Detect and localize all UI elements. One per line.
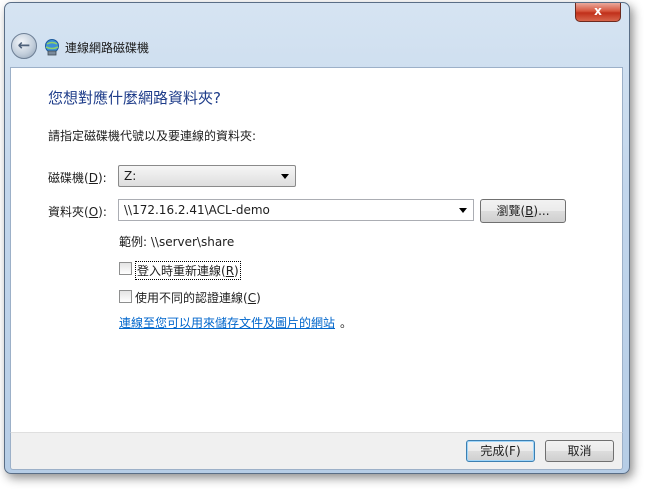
folder-label: 資料夾(O): [48, 205, 107, 219]
folder-value: \\172.16.2.41\ACL-demo [124, 203, 270, 217]
drive-letter-select[interactable]: Z: [118, 165, 296, 187]
folder-input[interactable]: \\172.16.2.41\ACL-demo [118, 199, 474, 221]
chevron-down-icon[interactable] [459, 208, 467, 213]
instruction-text: 請指定磁碟機代號以及要連線的資料夾: [48, 129, 257, 143]
reconnect-label[interactable]: 登入時重新連線(R) [135, 261, 241, 280]
example-text: 範例: \\server\share [119, 235, 235, 249]
different-credentials-checkbox[interactable] [119, 290, 132, 303]
browse-button[interactable]: 瀏覽(B)... [480, 199, 566, 223]
window-title: 連線網路磁碟機 [65, 41, 150, 55]
drive-letter-value: Z: [124, 169, 137, 183]
connect-website-link[interactable]: 連線至您可以用來儲存文件及圖片的網站 [119, 314, 335, 331]
close-button[interactable]: x [575, 3, 621, 22]
close-icon: x [594, 4, 602, 18]
dialog-content: 您想對應什麼網路資料夾? 請指定磁碟機代號以及要連線的資料夾: 磁碟機(D): … [10, 67, 623, 433]
dialog-window: x ← 連線網路磁碟機 您想對應什麼網路資料夾? 請指定磁碟機代號以及要連線的資… [4, 2, 630, 474]
different-credentials-label[interactable]: 使用不同的認證連線(C) [135, 289, 261, 306]
page-heading: 您想對應什麼網路資料夾? [48, 89, 221, 107]
link-suffix: 。 [340, 316, 353, 330]
back-button[interactable]: ← [11, 33, 37, 59]
reconnect-checkbox[interactable] [119, 262, 132, 275]
cancel-button[interactable]: 取消 [545, 440, 614, 462]
dialog-footer: 完成(F) 取消 [10, 432, 623, 470]
back-arrow-icon: ← [17, 36, 31, 54]
finish-button[interactable]: 完成(F) [466, 440, 535, 462]
chevron-down-icon [281, 174, 289, 179]
drive-label: 磁碟機(D): [48, 171, 107, 185]
network-drive-icon [45, 39, 59, 56]
